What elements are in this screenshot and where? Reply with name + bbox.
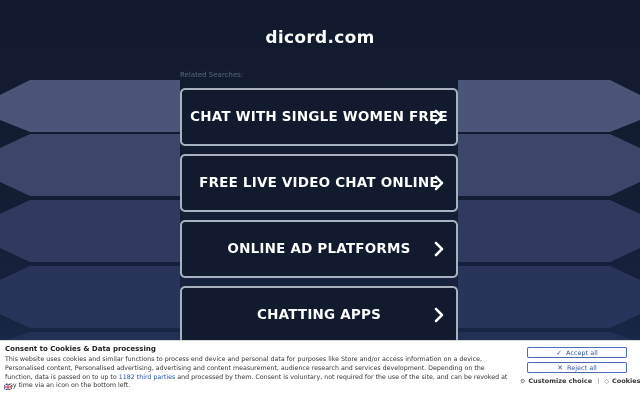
- related-link-label: FREE LIVE VIDEO CHAT ONLINE: [199, 175, 439, 191]
- uk-flag-icon[interactable]: [4, 384, 12, 390]
- related-link-label: CHATTING APPS: [257, 307, 381, 323]
- gear-icon: ⚙: [520, 377, 526, 385]
- reject-all-button[interactable]: ✕ Reject all: [527, 362, 627, 373]
- accept-all-label: Accept all: [566, 348, 598, 357]
- check-icon: ✓: [556, 348, 563, 357]
- related-searches-label: Related Searches:: [180, 71, 244, 79]
- accept-all-button[interactable]: ✓ Accept all: [527, 347, 627, 358]
- chevron-right-icon: [434, 241, 444, 257]
- third-parties-link[interactable]: 1182 third parties: [119, 374, 176, 381]
- consent-body: This website uses cookies and similar fu…: [5, 356, 511, 391]
- customize-choice-link[interactable]: Customize choice: [528, 377, 592, 385]
- domain-title: dicord.com: [265, 28, 375, 48]
- related-link-label: CHAT WITH SINGLE WOMEN FREE: [190, 109, 448, 125]
- links-separator: |: [597, 377, 600, 385]
- related-link-chat-with-single-women-free[interactable]: CHAT WITH SINGLE WOMEN FREE: [180, 88, 458, 146]
- chevron-right-icon: [434, 175, 444, 191]
- related-link-label: ONLINE AD PLATFORMS: [227, 241, 411, 257]
- consent-links-row: ⚙ Customize choice | ◇ Cookies: [520, 377, 640, 385]
- related-link-chatting-apps[interactable]: CHATTING APPS: [180, 286, 458, 344]
- close-icon: ✕: [557, 363, 564, 372]
- diamond-icon: ◇: [604, 377, 609, 385]
- reject-all-label: Reject all: [567, 363, 597, 372]
- parked-domain-page: dicord.com Related Searches: CHAT WITH S…: [0, 0, 640, 400]
- related-link-free-live-video-chat-online[interactable]: FREE LIVE VIDEO CHAT ONLINE: [180, 154, 458, 212]
- chevron-right-icon: [434, 307, 444, 323]
- cookies-link[interactable]: Cookies: [612, 377, 640, 385]
- chevron-right-icon: [434, 109, 444, 125]
- related-link-online-ad-platforms[interactable]: ONLINE AD PLATFORMS: [180, 220, 458, 278]
- consent-title: Consent to Cookies & Data processing: [5, 345, 156, 353]
